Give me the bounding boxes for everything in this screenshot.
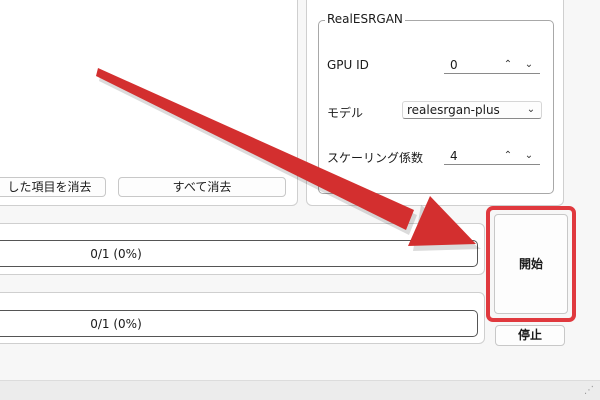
start-button-highlight	[486, 206, 576, 322]
chevron-down-icon[interactable]: ⌄	[521, 148, 537, 164]
chevron-down-icon[interactable]: ⌄	[521, 57, 537, 73]
model-label: モデル	[327, 106, 364, 120]
groupbox-title: RealESRGAN	[325, 12, 405, 26]
overall-progress-bar: 0/1 (0%)	[0, 240, 478, 267]
resize-grip-icon[interactable]: ⋰	[582, 385, 596, 397]
scaling-value: 4	[450, 149, 458, 163]
clear-selected-button[interactable]: した項目を消去	[0, 177, 106, 197]
gpu-id-label: GPU ID	[327, 58, 369, 72]
scaling-label: スケーリング係数	[327, 151, 424, 165]
application-window: した項目を消去 すべて消去 RealESRGAN GPU ID 0 ⌃ ⌄ モデ…	[0, 0, 600, 400]
model-select[interactable]: realesrgan-plus ⌄	[402, 101, 542, 119]
status-bar: ⋰	[0, 380, 600, 400]
overall-progress-text: 0/1 (0%)	[90, 247, 142, 261]
chevron-up-icon[interactable]: ⌃	[500, 57, 516, 73]
current-progress-text: 0/1 (0%)	[90, 317, 142, 331]
chevron-up-icon[interactable]: ⌃	[500, 148, 516, 164]
clear-all-button[interactable]: すべて消去	[118, 177, 286, 197]
model-value: realesrgan-plus	[407, 103, 500, 117]
gpu-id-spinbox[interactable]: 0 ⌃ ⌄	[444, 56, 540, 74]
scaling-spinbox[interactable]: 4 ⌃ ⌄	[444, 147, 540, 165]
file-list-panel[interactable]	[0, 0, 298, 206]
chevron-down-icon[interactable]: ⌄	[524, 103, 538, 117]
stop-button[interactable]: 停止	[495, 325, 565, 346]
current-progress-bar: 0/1 (0%)	[0, 310, 478, 337]
gpu-id-value: 0	[450, 58, 458, 72]
